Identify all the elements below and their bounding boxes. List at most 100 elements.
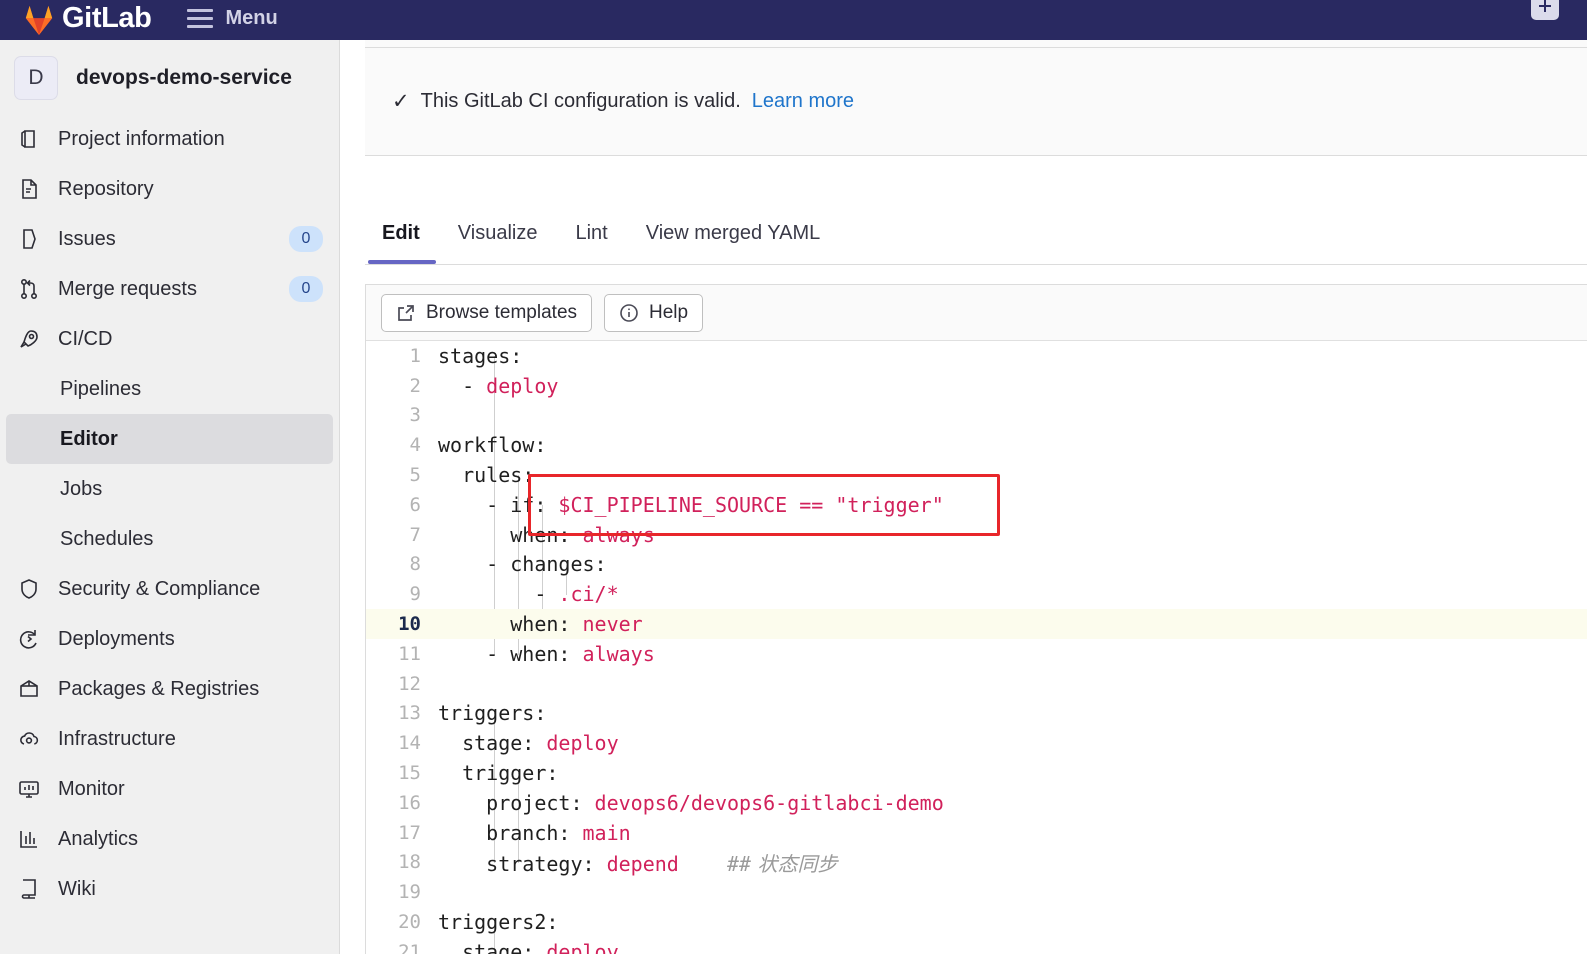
sidebar-nav-list: Project information Repository Issues 0	[0, 114, 339, 914]
sidebar-item-label: Monitor	[58, 777, 125, 800]
sidebar-item-packages-registries[interactable]: Packages & Registries	[6, 664, 333, 714]
code-token: strategy:	[438, 851, 607, 876]
code-line[interactable]: 6 - if: $CI_PIPELINE_SOURCE == "trigger"	[366, 490, 1587, 520]
code-token: stage:	[438, 731, 547, 756]
issues-count-badge: 0	[289, 226, 323, 252]
new-item-button[interactable]	[1531, 0, 1559, 20]
sidebar-item-label: Security & Compliance	[58, 577, 261, 600]
gitlab-logo[interactable]: GitLab	[22, 3, 152, 36]
code-line-text: branch: main	[438, 821, 1587, 845]
code-line[interactable]: 10 when: never	[366, 609, 1587, 639]
sidebar-item-ci-cd[interactable]: CI/CD	[6, 314, 333, 364]
checkmark-icon: ✓	[392, 90, 410, 113]
sidebar-item-jobs[interactable]: Jobs	[6, 464, 333, 514]
line-number: 16	[398, 791, 421, 814]
wiki-book-icon	[16, 876, 42, 902]
help-label: Help	[649, 301, 689, 323]
sidebar-item-label: Pipelines	[60, 377, 142, 400]
code-token: 状态同步	[751, 851, 838, 876]
code-line[interactable]: 5 rules:	[366, 460, 1587, 490]
code-token: workflow:	[438, 433, 547, 458]
package-icon	[16, 676, 42, 702]
deployments-icon	[16, 626, 42, 652]
sidebar-item-deployments[interactable]: Deployments	[6, 614, 333, 664]
code-lines-container: 1 stages: 2 - deploy 3 4 workflow: 5 rules: 6 -…	[366, 341, 1587, 954]
yaml-code-editor[interactable]: 1 stages: 2 - deploy 3 4 workflow: 5 rules: 6 -…	[366, 341, 1587, 954]
code-token: ##	[727, 851, 752, 876]
code-line[interactable]: 4 workflow:	[366, 430, 1587, 460]
sidebar-item-merge-requests[interactable]: Merge requests 0	[6, 264, 333, 314]
code-line[interactable]: 3	[366, 401, 1587, 431]
tab-edit[interactable]: Edit	[365, 222, 439, 264]
pipeline-editor-card: Browse templates Help 1 stages: 2 - depl…	[365, 284, 1587, 954]
code-line[interactable]: 15 trigger:	[366, 758, 1587, 788]
browse-templates-button[interactable]: Browse templates	[381, 293, 593, 332]
code-line-text: - changes:	[438, 552, 1587, 576]
code-line[interactable]: 1 stages:	[366, 341, 1587, 371]
project-avatar: D	[14, 56, 58, 100]
code-line[interactable]: 12	[366, 669, 1587, 699]
sidebar-item-label: Deployments	[58, 627, 175, 650]
learn-more-link[interactable]: Learn more	[752, 90, 854, 113]
line-number: 8	[409, 553, 421, 576]
tab-visualize[interactable]: Visualize	[439, 222, 557, 264]
code-line[interactable]: 16 project: devops6/devops6-gitlabci-dem…	[366, 788, 1587, 818]
sidebar-item-schedules[interactable]: Schedules	[6, 514, 333, 564]
code-line[interactable]: 9 - .ci/*	[366, 579, 1587, 609]
code-line-text: - .ci/*	[438, 582, 1587, 606]
code-line[interactable]: 13 triggers:	[366, 699, 1587, 729]
code-line[interactable]: 19	[366, 877, 1587, 907]
tab-label: Lint	[575, 222, 608, 244]
code-line[interactable]: 14 stage: deploy	[366, 728, 1587, 758]
sidebar-item-issues[interactable]: Issues 0	[6, 214, 333, 264]
sidebar-item-pipelines[interactable]: Pipelines	[6, 364, 333, 414]
app-root: GitLab Menu D devops-demo-service Projec…	[0, 0, 1587, 954]
code-token: always	[582, 641, 655, 666]
line-number: 10	[398, 613, 421, 636]
main-menu-button[interactable]: Menu	[187, 7, 278, 30]
merge-requests-icon	[16, 276, 42, 302]
line-number: 11	[398, 642, 421, 665]
code-token: -	[438, 582, 559, 607]
line-number: 9	[409, 583, 421, 606]
tab-lint[interactable]: Lint	[556, 222, 626, 264]
code-line[interactable]: 2 - deploy	[366, 371, 1587, 401]
sidebar-item-project-information[interactable]: Project information	[6, 114, 333, 164]
code-token: when:	[438, 522, 583, 547]
code-line[interactable]: 11 - when: always	[366, 639, 1587, 669]
help-button[interactable]: Help	[604, 293, 704, 332]
line-number: 6	[409, 493, 421, 516]
tab-view-merged-yaml[interactable]: View merged YAML	[627, 222, 840, 264]
code-line-text: triggers2:	[438, 910, 1587, 934]
line-number: 21	[398, 940, 421, 954]
editor-toolbar: Browse templates Help	[366, 285, 1587, 341]
sidebar-item-editor[interactable]: Editor	[6, 414, 333, 464]
sidebar-item-analytics[interactable]: Analytics	[6, 814, 333, 864]
code-line[interactable]: 20 triggers2:	[366, 907, 1587, 937]
sidebar-item-label: Editor	[60, 427, 118, 450]
line-number: 5	[409, 464, 421, 487]
rocket-icon	[16, 326, 42, 352]
code-line[interactable]: 18 strategy: depend ## 状态同步	[366, 848, 1587, 878]
code-token: triggers2:	[438, 910, 559, 935]
code-line[interactable]: 21 stage: deploy	[366, 937, 1587, 954]
sidebar-item-label: Infrastructure	[58, 727, 176, 750]
project-header[interactable]: D devops-demo-service	[0, 40, 339, 114]
sidebar-item-label: Repository	[58, 177, 154, 200]
sidebar-item-wiki[interactable]: Wiki	[6, 864, 333, 914]
code-line[interactable]: 8 - changes:	[366, 550, 1587, 580]
sidebar-item-monitor[interactable]: Monitor	[6, 764, 333, 814]
sidebar-item-label: Merge requests	[58, 277, 197, 300]
code-line[interactable]: 17 branch: main	[366, 818, 1587, 848]
sidebar-item-security-compliance[interactable]: Security & Compliance	[6, 564, 333, 614]
code-line-text: stage: deploy	[438, 731, 1587, 755]
sidebar-item-repository[interactable]: Repository	[6, 164, 333, 214]
code-line-text: strategy: depend ## 状态同步	[438, 848, 1587, 877]
line-number: 15	[398, 762, 421, 785]
tab-label: Edit	[382, 222, 420, 244]
sidebar-item-infrastructure[interactable]: Infrastructure	[6, 714, 333, 764]
code-line[interactable]: 7 when: always	[366, 520, 1587, 550]
sidebar-item-label: Packages & Registries	[58, 677, 260, 700]
